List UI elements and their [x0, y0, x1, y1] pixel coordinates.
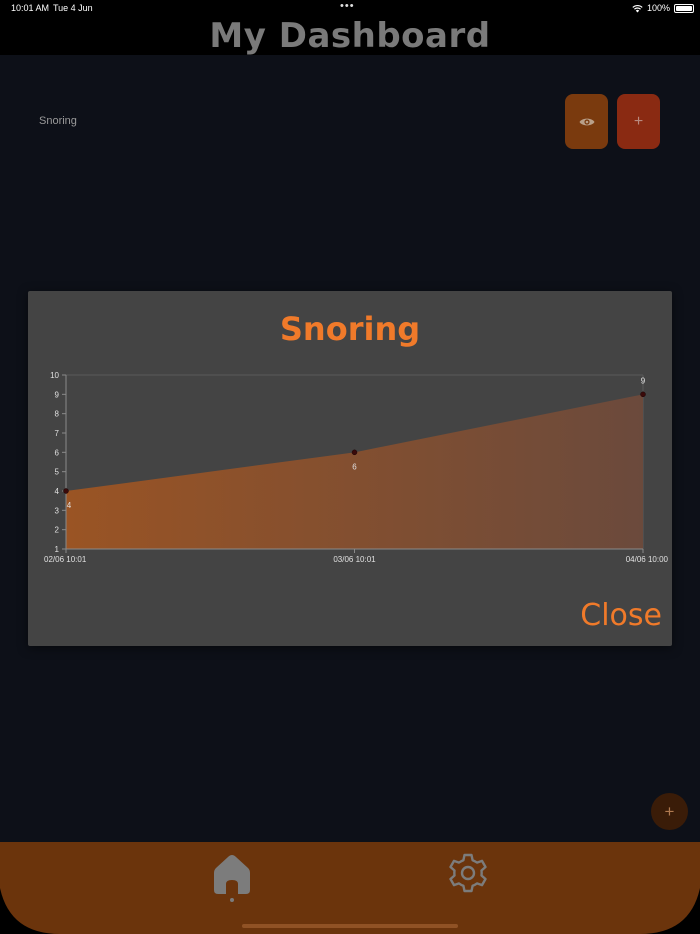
gear-icon	[449, 853, 487, 893]
wifi-icon	[632, 4, 643, 12]
x-tick-label: 03/06 10:01	[333, 555, 376, 564]
y-tick-label: 3	[55, 506, 60, 515]
y-tick-label: 5	[55, 468, 60, 477]
eye-icon	[579, 118, 594, 125]
nav-home[interactable]	[212, 852, 252, 902]
status-time: 10:01 AM	[11, 3, 50, 13]
widget-label: Snoring	[39, 115, 77, 127]
y-tick-label: 2	[55, 526, 60, 535]
y-tick-label: 7	[55, 429, 60, 438]
y-tick-label: 6	[55, 448, 60, 457]
battery-icon	[674, 3, 694, 13]
close-button[interactable]: Close	[580, 598, 662, 633]
data-point	[351, 449, 358, 456]
snoring-chart: 1234567891002/06 10:01 03/06 10:01 04/06 1…	[44, 371, 669, 564]
y-tick-label: 9	[55, 390, 60, 399]
add-entry-label: +	[633, 112, 644, 130]
y-tick-label: 1	[55, 545, 60, 554]
data-point	[63, 488, 69, 494]
battery-percent: 100%	[646, 3, 670, 13]
data-point	[640, 391, 646, 398]
app-header: My Dashboard	[0, 18, 700, 55]
data-label: 6	[352, 462, 357, 471]
add-entry-button[interactable]: +	[617, 94, 660, 149]
x-tick-label: 02/06 10:01	[44, 555, 87, 564]
y-tick-label: 4	[55, 487, 60, 496]
home-indicator[interactable]	[242, 924, 458, 928]
status-indicators: 100%	[632, 3, 694, 13]
data-label: 9	[641, 376, 646, 385]
x-tick-label: 04/06 10:00	[626, 555, 669, 564]
data-label: 4	[67, 501, 72, 510]
page-title: My Dashboard	[209, 16, 491, 56]
multitasking-dots[interactable]: •••	[340, 0, 355, 12]
chart-modal: Snoring 1 2 3 4 5 6 7 8 9 10 02/06 10:01 03/06 10:0…	[28, 291, 672, 646]
area-fill	[66, 394, 643, 549]
add-widget-fab[interactable]: +	[651, 793, 688, 830]
y-tick-label: 10	[50, 371, 59, 380]
status-date: Tue 4 Jun	[53, 3, 93, 13]
fab-label: +	[664, 801, 675, 821]
nav-background	[0, 842, 700, 934]
bottom-nav	[0, 842, 700, 934]
view-button[interactable]	[565, 94, 608, 149]
y-tick-label: 8	[55, 410, 60, 419]
home-icon	[214, 855, 250, 902]
nav-settings[interactable]	[447, 852, 489, 894]
